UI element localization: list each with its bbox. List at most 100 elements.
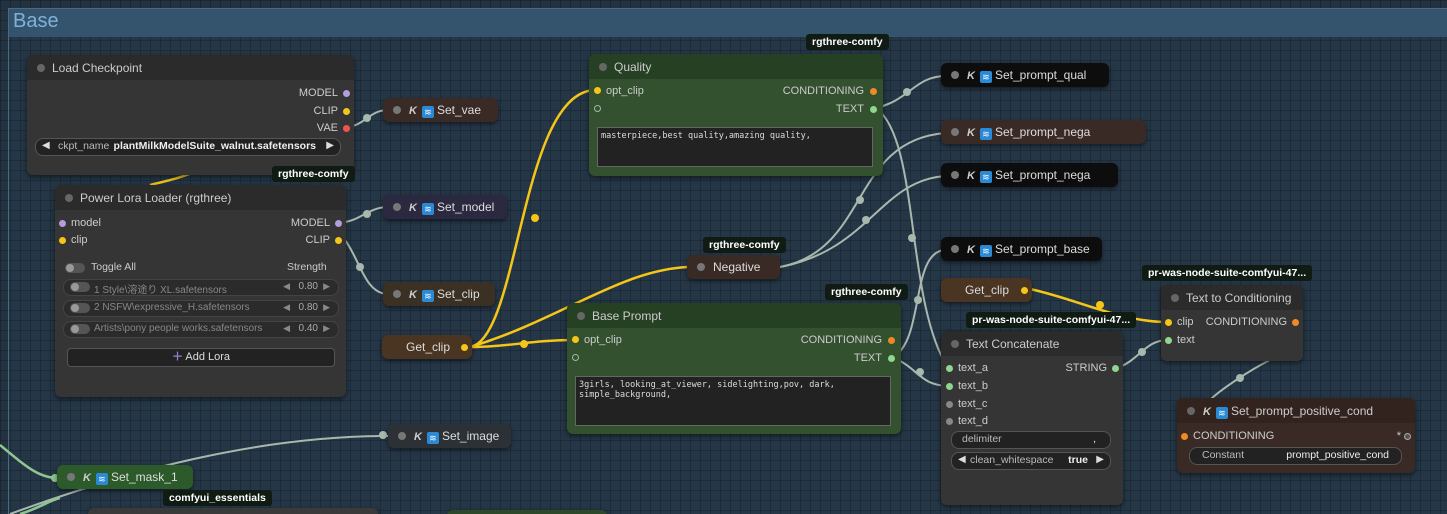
output-any-slot[interactable] (1404, 433, 1411, 440)
node-set-clip[interactable]: K ≋ Set_clip (383, 282, 495, 306)
collapse-dot-icon[interactable] (599, 63, 607, 71)
increment-icon[interactable]: ▶ (323, 281, 330, 292)
input-text-slot[interactable] (572, 354, 579, 361)
arrow-left-icon[interactable]: ◀ (958, 454, 966, 465)
node-set-vae[interactable]: K ≋ Set_vae (383, 98, 498, 122)
lora-toggle[interactable] (70, 282, 90, 292)
collapse-dot-icon[interactable] (1187, 407, 1195, 415)
node-title: Text to Conditioning (1186, 291, 1292, 305)
node-set-prompt-base[interactable]: K ≋ Set_prompt_base (941, 237, 1102, 261)
collapse-dot-icon[interactable] (951, 71, 959, 79)
output-clip-slot[interactable] (335, 237, 342, 244)
input-clip-slot[interactable] (1165, 319, 1172, 326)
node-graph-canvas[interactable]: Base Load Checkpoint MODEL CLIP VAE ◀ ck… (0, 0, 1447, 514)
arrow-right-icon[interactable]: ▶ (326, 140, 334, 151)
node-set-image[interactable]: K ≋ Set_image (388, 424, 511, 448)
output-clip-slot[interactable] (1021, 287, 1028, 294)
collapse-dot-icon[interactable] (697, 263, 705, 271)
add-lora-button[interactable]: ＋ Add Lora (67, 348, 335, 367)
input-text-a-slot[interactable] (946, 365, 953, 372)
output-model-slot[interactable] (335, 220, 342, 227)
collapse-dot-icon[interactable] (393, 290, 401, 298)
node-partial-bottom-left[interactable] (88, 508, 378, 514)
lora-strength[interactable]: 0.80 (299, 302, 318, 313)
output-string-slot[interactable] (1112, 365, 1119, 372)
clean-whitespace-combo[interactable]: ◀ clean_whitespace true ▶ (951, 452, 1111, 470)
node-base-prompt[interactable]: Base Prompt opt_clip CONDITIONING TEXT 3… (567, 303, 901, 434)
increment-icon[interactable]: ▶ (323, 302, 330, 313)
lora-row[interactable]: 2 NSFW\expressive_H.safetensors ◀ 0.80 ▶ (63, 300, 339, 317)
input-opt-clip-slot[interactable] (594, 87, 601, 94)
node-get-clip[interactable]: Get_clip (382, 335, 472, 359)
output-clip-slot[interactable] (343, 108, 350, 115)
k-icon: K (967, 244, 975, 256)
node-power-lora-loader[interactable]: Power Lora Loader (rgthree) model clip M… (55, 185, 346, 397)
input-text-b-slot[interactable] (946, 383, 953, 390)
ckpt-name-combo[interactable]: ◀ ckpt_name plantMilkModelSuite_walnut.s… (35, 138, 341, 156)
decrement-icon[interactable]: ◀ (283, 281, 290, 292)
toggle-all-switch[interactable] (65, 263, 85, 273)
decrement-icon[interactable]: ◀ (283, 323, 290, 334)
node-set-model[interactable]: K ≋ Set_model (383, 195, 507, 219)
input-conditioning-slot[interactable] (1181, 433, 1188, 440)
collapse-dot-icon[interactable] (65, 194, 73, 202)
collapse-dot-icon[interactable] (1171, 294, 1179, 302)
lora-toggle[interactable] (70, 303, 90, 313)
output-conditioning-slot[interactable] (888, 337, 895, 344)
input-text-d-slot[interactable] (946, 418, 953, 425)
node-quality[interactable]: Quality opt_clip CONDITIONING TEXT maste… (589, 54, 883, 176)
input-opt-clip-slot[interactable] (572, 336, 579, 343)
input-text-slot[interactable] (1165, 337, 1172, 344)
output-text-slot[interactable] (870, 106, 877, 113)
set-prompt-qual-label: Set_prompt_qual (994, 68, 1087, 82)
node-set-prompt-positive-cond[interactable]: K ≋ Set_prompt_positive_cond CONDITIONING … (1177, 398, 1415, 473)
collapse-dot-icon[interactable] (37, 64, 45, 72)
wifi-icon: ≋ (421, 203, 434, 215)
delimiter-field[interactable]: delimiter , (951, 431, 1111, 449)
lora-row[interactable]: Artists\pony people works.safetensors ◀ … (63, 321, 339, 338)
node-text-to-conditioning[interactable]: Text to Conditioning clip text CONDITION… (1161, 285, 1303, 361)
node-text-concatenate[interactable]: Text Concatenate text_a text_b text_c te… (941, 331, 1123, 505)
wifi-icon: ≋ (979, 71, 992, 83)
node-set-mask[interactable]: K ≋ Set_mask_1 (57, 465, 193, 489)
output-text-slot[interactable] (888, 355, 895, 362)
base-prompt-text-area[interactable]: 3girls, looking_at_viewer, sidelighting,… (575, 376, 891, 426)
node-get-clip[interactable]: Get_clip (941, 278, 1032, 302)
lora-strength[interactable]: 0.40 (299, 323, 318, 334)
increment-icon[interactable]: ▶ (323, 323, 330, 334)
input-text-slot[interactable] (594, 105, 601, 112)
collapse-dot-icon[interactable] (393, 106, 401, 114)
lora-strength[interactable]: 0.80 (299, 281, 318, 292)
node-negative[interactable]: Negative (687, 255, 780, 279)
input-model-slot[interactable] (59, 220, 66, 227)
collapse-dot-icon[interactable] (67, 473, 75, 481)
arrow-right-icon[interactable]: ▶ (1096, 454, 1104, 465)
output-conditioning-slot[interactable] (1292, 319, 1299, 326)
output-model-slot[interactable] (343, 90, 350, 97)
input-clip-slot[interactable] (59, 237, 66, 244)
node-set-prompt-qual[interactable]: K ≋ Set_prompt_qual (941, 63, 1109, 87)
node-load-checkpoint[interactable]: Load Checkpoint MODEL CLIP VAE ◀ ckpt_na… (27, 55, 354, 175)
quality-text-area[interactable]: masterpiece,best quality,amazing quality… (597, 127, 873, 167)
output-conditioning-slot[interactable] (870, 88, 877, 95)
collapse-dot-icon[interactable] (951, 128, 959, 136)
collapse-dot-icon[interactable] (951, 245, 959, 253)
lora-toggle[interactable] (70, 324, 90, 334)
node-set-prompt-nega[interactable]: K ≋ Set_prompt_nega (941, 163, 1118, 187)
collapse-dot-icon[interactable] (951, 340, 959, 348)
output-clip-slot[interactable] (461, 344, 468, 351)
collapse-dot-icon[interactable] (393, 203, 401, 211)
constant-field[interactable]: Constant prompt_positive_cond (1189, 447, 1402, 465)
output-vae-slot[interactable] (343, 125, 350, 132)
collapse-dot-icon[interactable] (577, 312, 585, 320)
node-set-prompt-nega[interactable]: K ≋ Set_prompt_nega (941, 120, 1146, 144)
output-text-label: TEXT (835, 103, 864, 115)
decrement-icon[interactable]: ◀ (283, 302, 290, 313)
arrow-left-icon[interactable]: ◀ (42, 140, 50, 151)
input-text-a-label: text_a (958, 362, 988, 374)
input-text-c-slot[interactable] (946, 401, 953, 408)
collapse-dot-icon[interactable] (398, 432, 406, 440)
lora-row[interactable]: 1 Style\溶途り XL.safetensors ◀ 0.80 ▶ (63, 279, 339, 296)
node-partial-bottom-mid[interactable] (447, 510, 607, 514)
collapse-dot-icon[interactable] (951, 171, 959, 179)
